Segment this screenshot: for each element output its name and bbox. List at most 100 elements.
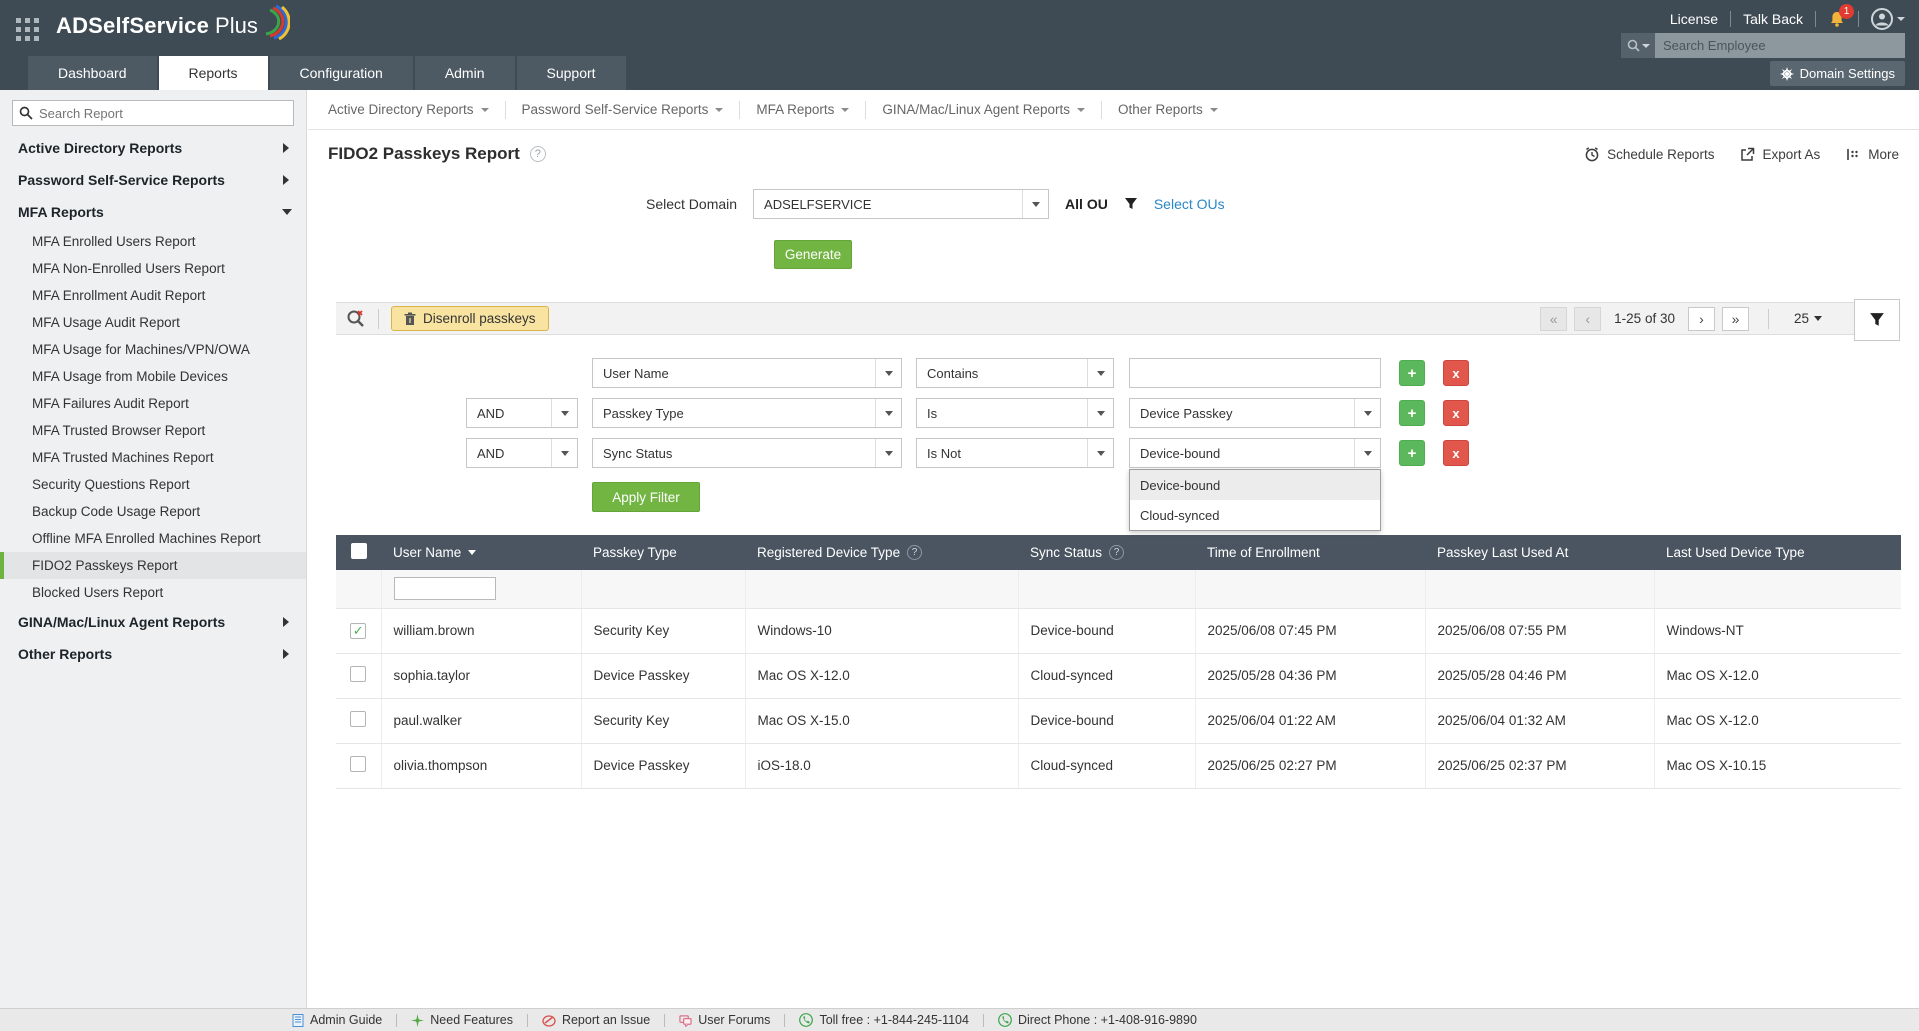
sidebar-group-password-self-service-reports[interactable]: Password Self-Service Reports <box>0 164 306 196</box>
help-icon[interactable]: ? <box>529 146 546 162</box>
sidebar-group-other-reports[interactable]: Other Reports <box>0 638 306 670</box>
domain-select[interactable]: ADSELFSERVICE <box>753 189 1050 219</box>
username-column-filter-input[interactable] <box>393 577 496 601</box>
page-size-select[interactable]: 25 <box>1794 311 1822 326</box>
sidebar-group-active-directory-reports[interactable]: Active Directory Reports <box>0 132 306 164</box>
filter3-operator-select[interactable]: Is Not <box>916 438 1114 468</box>
tab-reports[interactable]: Reports <box>158 56 268 90</box>
sidebar-item-offline-mfa-enrolled-machines-report[interactable]: Offline MFA Enrolled Machines Report <box>0 525 306 552</box>
first-page-button[interactable]: « <box>1540 306 1568 331</box>
footer: Admin Guide Need Features Report an Issu… <box>0 1008 1919 1031</box>
nav-active-directory-reports[interactable]: Active Directory Reports <box>328 102 505 117</box>
nav-password-self-service-reports[interactable]: Password Self-Service Reports <box>506 102 740 117</box>
filter2-remove-button[interactable]: x <box>1443 400 1469 426</box>
passkeys-table: User Name Passkey Type Registered Device… <box>336 535 1901 789</box>
next-page-button[interactable]: › <box>1687 306 1715 331</box>
search-scope-button[interactable] <box>1621 33 1655 58</box>
direct-phone[interactable]: Direct Phone : +1-408-916-9890 <box>998 1013 1197 1027</box>
sidebar-group-mfa-reports[interactable]: MFA Reports <box>0 196 306 228</box>
need-features-link[interactable]: Need Features <box>411 1013 513 1027</box>
divider <box>396 1013 398 1027</box>
license-link[interactable]: License <box>1670 11 1718 27</box>
row-checkbox[interactable] <box>350 666 367 682</box>
apply-filter-button[interactable]: Apply Filter <box>592 482 700 512</box>
filter3-remove-button[interactable]: x <box>1443 440 1469 466</box>
sidebar-item-mfa-trusted-browser-report[interactable]: MFA Trusted Browser Report <box>0 417 306 444</box>
row-checkbox[interactable] <box>350 711 367 727</box>
filter3-value-select[interactable]: Device-bound <box>1129 438 1381 468</box>
schedule-reports-button[interactable]: Schedule Reports <box>1584 146 1714 162</box>
table-row[interactable]: paul.walker Security Key Mac OS X-15.0 Dev… <box>336 698 1901 744</box>
filter2-field-select[interactable]: Passkey Type <box>592 398 902 428</box>
sort-caret-icon[interactable] <box>468 550 477 559</box>
sidebar-group-gina-mac-linux-agent-reports[interactable]: GINA/Mac/Linux Agent Reports <box>0 606 306 638</box>
app-grid-icon[interactable] <box>16 18 42 44</box>
employee-search-input[interactable] <box>1655 33 1905 58</box>
nav-mfa-reports[interactable]: MFA Reports <box>740 102 865 117</box>
sidebar-item-mfa-usage-machines-vpn-owa[interactable]: MFA Usage for Machines/VPN/OWA <box>0 336 306 363</box>
table-row[interactable]: olivia.thompson Device Passkey iOS-18.0 Cl… <box>336 743 1901 789</box>
help-icon[interactable]: ? <box>907 545 923 560</box>
row-checkbox-checked[interactable]: ✓ <box>350 622 367 639</box>
filter1-remove-button[interactable]: x <box>1443 360 1469 386</box>
toll-free-phone[interactable]: Toll free : +1-844-245-1104 <box>799 1013 969 1027</box>
tab-admin[interactable]: Admin <box>414 56 515 90</box>
report-issue-link[interactable]: Report an Issue <box>542 1013 650 1027</box>
export-as-button[interactable]: Export As <box>1740 147 1820 162</box>
table-row[interactable]: ✓ william.brown Security Key Windows-10 De… <box>336 608 1901 654</box>
filter2-operator-select[interactable]: Is <box>916 398 1114 428</box>
filter3-logic-select[interactable]: AND <box>466 438 578 468</box>
filter2-value-select[interactable]: Device Passkey <box>1129 398 1381 428</box>
previous-page-button[interactable]: ‹ <box>1574 306 1602 331</box>
chevron-down-icon <box>1641 43 1650 52</box>
ou-filter-funnel-icon[interactable] <box>1124 197 1138 211</box>
sidebar-item-fido2-passkeys-report[interactable]: FIDO2 Passkeys Report <box>0 552 306 579</box>
select-ous-link[interactable]: Select OUs <box>1154 196 1225 212</box>
filter3-field-select[interactable]: Sync Status <box>592 438 902 468</box>
disenroll-passkeys-button[interactable]: Disenroll passkeys <box>391 306 549 331</box>
notifications-button[interactable]: 1 <box>1828 4 1854 28</box>
dropdown-option-device-bound[interactable]: Device-bound <box>1130 470 1380 500</box>
talk-back-link[interactable]: Talk Back <box>1743 11 1803 27</box>
tab-configuration[interactable]: Configuration <box>269 56 413 90</box>
filter2-logic-select[interactable]: AND <box>466 398 578 428</box>
sidebar-item-mfa-usage-mobile-devices[interactable]: MFA Usage from Mobile Devices <box>0 363 306 390</box>
filter1-field-select[interactable]: User Name <box>592 358 902 388</box>
filter3-add-button[interactable]: + <box>1399 440 1425 466</box>
filter2-add-button[interactable]: + <box>1399 400 1425 426</box>
more-button[interactable]: More <box>1846 147 1899 162</box>
help-icon[interactable]: ? <box>1109 545 1125 560</box>
sidebar-item-security-questions-report[interactable]: Security Questions Report <box>0 471 306 498</box>
sidebar-item-mfa-failures-audit-report[interactable]: MFA Failures Audit Report <box>0 390 306 417</box>
sidebar-item-backup-code-usage-report[interactable]: Backup Code Usage Report <box>0 498 306 525</box>
sidebar-item-blocked-users-report[interactable]: Blocked Users Report <box>0 579 306 606</box>
tab-dashboard[interactable]: Dashboard <box>28 56 157 90</box>
filter1-value-input[interactable] <box>1129 358 1381 388</box>
dropdown-option-cloud-synced[interactable]: Cloud-synced <box>1130 500 1380 530</box>
select-all-checkbox[interactable] <box>350 543 367 559</box>
reports-sidebar: Active Directory Reports Password Self-S… <box>0 90 307 1008</box>
admin-guide-link[interactable]: Admin Guide <box>292 1013 382 1027</box>
sidebar-item-mfa-trusted-machines-report[interactable]: MFA Trusted Machines Report <box>0 444 306 471</box>
report-search-input[interactable] <box>39 105 293 121</box>
domain-settings-button[interactable]: Domain Settings <box>1769 61 1905 86</box>
nav-gina-mac-linux-agent-reports[interactable]: GINA/Mac/Linux Agent Reports <box>866 102 1101 117</box>
sidebar-item-mfa-enrollment-audit-report[interactable]: MFA Enrollment Audit Report <box>0 282 306 309</box>
table-row[interactable]: sophia.taylor Device Passkey Mac OS X-12.… <box>336 653 1901 699</box>
generate-button[interactable]: Generate <box>774 240 852 269</box>
sidebar-item-mfa-non-enrolled-users-report[interactable]: MFA Non-Enrolled Users Report <box>0 255 306 282</box>
sidebar-item-mfa-enrolled-users-report[interactable]: MFA Enrolled Users Report <box>0 228 306 255</box>
filter1-add-button[interactable]: + <box>1399 360 1425 386</box>
user-menu[interactable] <box>1871 8 1905 30</box>
filter-panel-toggle[interactable] <box>1854 299 1900 341</box>
chevron-right-icon <box>283 617 294 627</box>
clear-search-button[interactable] <box>346 309 366 329</box>
sidebar-item-mfa-usage-audit-report[interactable]: MFA Usage Audit Report <box>0 309 306 336</box>
trash-icon <box>404 312 416 325</box>
row-checkbox[interactable] <box>350 756 367 772</box>
filter1-operator-select[interactable]: Contains <box>916 358 1114 388</box>
last-page-button[interactable]: » <box>1721 306 1749 331</box>
nav-other-reports[interactable]: Other Reports <box>1102 102 1234 117</box>
tab-support[interactable]: Support <box>516 56 626 90</box>
user-forums-link[interactable]: User Forums <box>679 1013 770 1027</box>
